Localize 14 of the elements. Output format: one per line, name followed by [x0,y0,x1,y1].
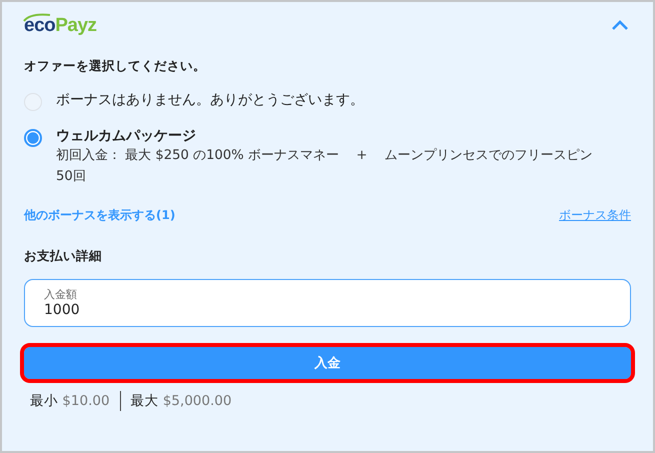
limit-text: 最小 $10.00 [30,392,110,410]
more-bonuses-link[interactable]: 他のボーナスを表示する(1) [24,207,176,224]
deposit-button[interactable]: 入金 [24,347,631,379]
offer-description: 初回入金： 最大 $250 の100% ボーナスマネー + ムーンプリンセスでのフリースピン50回 [56,147,594,186]
bonus-terms-link[interactable]: ボーナス条件 [559,207,631,224]
offer-title: ボーナスはありません。ありがとうございます。 [56,91,364,109]
limit-text: 最大 $5,000.00 [130,392,232,410]
offer-title: ウェルカムパッケージ [56,127,197,145]
collapse-chevron-icon[interactable] [611,19,629,31]
offer-prompt: オファーを選択してください。 [24,58,207,75]
offer-radio[interactable] [24,129,42,147]
amount-field[interactable]: 入金額 1000 [24,279,631,327]
payment-heading: お支払い詳細 [24,248,103,265]
brand-logo: ecoPayz [24,13,97,37]
